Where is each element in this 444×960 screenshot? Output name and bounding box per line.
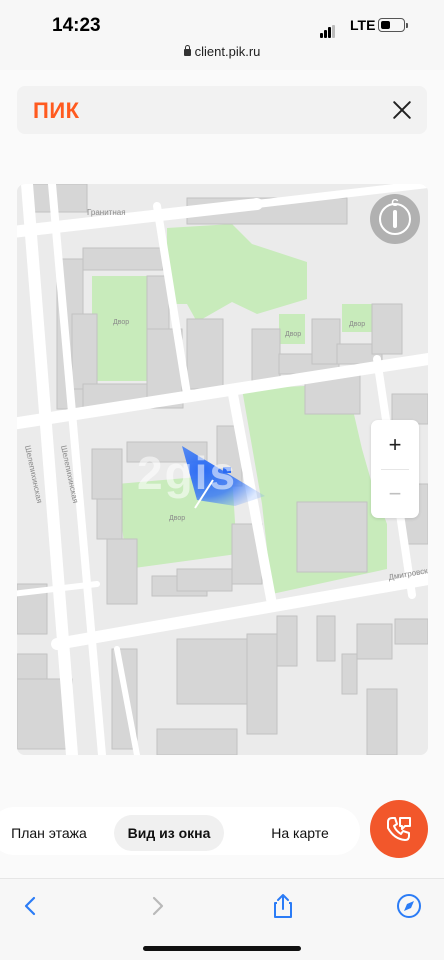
map-watermark: 2gis: [137, 447, 238, 499]
lock-icon: [183, 45, 191, 56]
park-area: [279, 314, 305, 344]
compass-north-label: С: [391, 198, 399, 209]
forward-icon[interactable]: [142, 891, 172, 921]
status-bar: 14:23 LTE client.pik.ru: [0, 0, 444, 70]
battery-icon: [378, 18, 408, 32]
compass-needle: [393, 210, 397, 228]
call-button[interactable]: [370, 800, 428, 858]
status-time: 14:23: [52, 15, 101, 36]
view-tabs: План этажа Вид из окна На карте: [0, 807, 360, 855]
web-page: ПИК Гранитная Шелепихинская Шелепихинска…: [0, 70, 444, 878]
zoom-control: + −: [371, 420, 419, 518]
url-text: client.pik.ru: [194, 44, 261, 59]
map-view[interactable]: Гранитная Шелепихинская Шелепихинская Дм…: [17, 184, 428, 755]
park-label: Двор: [113, 319, 129, 326]
compass-safari-icon[interactable]: [394, 891, 424, 921]
close-icon[interactable]: [389, 97, 415, 123]
tab-floor-plan[interactable]: План этажа: [4, 815, 94, 851]
pik-logo[interactable]: ПИК: [33, 98, 80, 124]
tab-on-map[interactable]: На карте: [250, 815, 350, 851]
street-label: Гранитная: [87, 208, 126, 217]
park-label: Двор: [169, 515, 185, 522]
park-label: Двор: [285, 331, 301, 338]
signal-icon: [320, 20, 336, 38]
home-indicator: [143, 946, 301, 951]
tab-window-view[interactable]: Вид из окна: [114, 815, 224, 851]
zoom-in-button[interactable]: +: [371, 420, 419, 469]
header-card: ПИК: [17, 86, 427, 134]
back-icon[interactable]: [16, 891, 46, 921]
compass-button[interactable]: С: [370, 194, 420, 244]
share-icon[interactable]: [268, 891, 298, 921]
url-bar[interactable]: client.pik.ru: [0, 44, 444, 59]
network-label: LTE: [350, 17, 376, 33]
park-label: Двор: [349, 321, 365, 328]
phone-call-icon: [387, 817, 411, 841]
zoom-out-button[interactable]: −: [371, 469, 419, 518]
